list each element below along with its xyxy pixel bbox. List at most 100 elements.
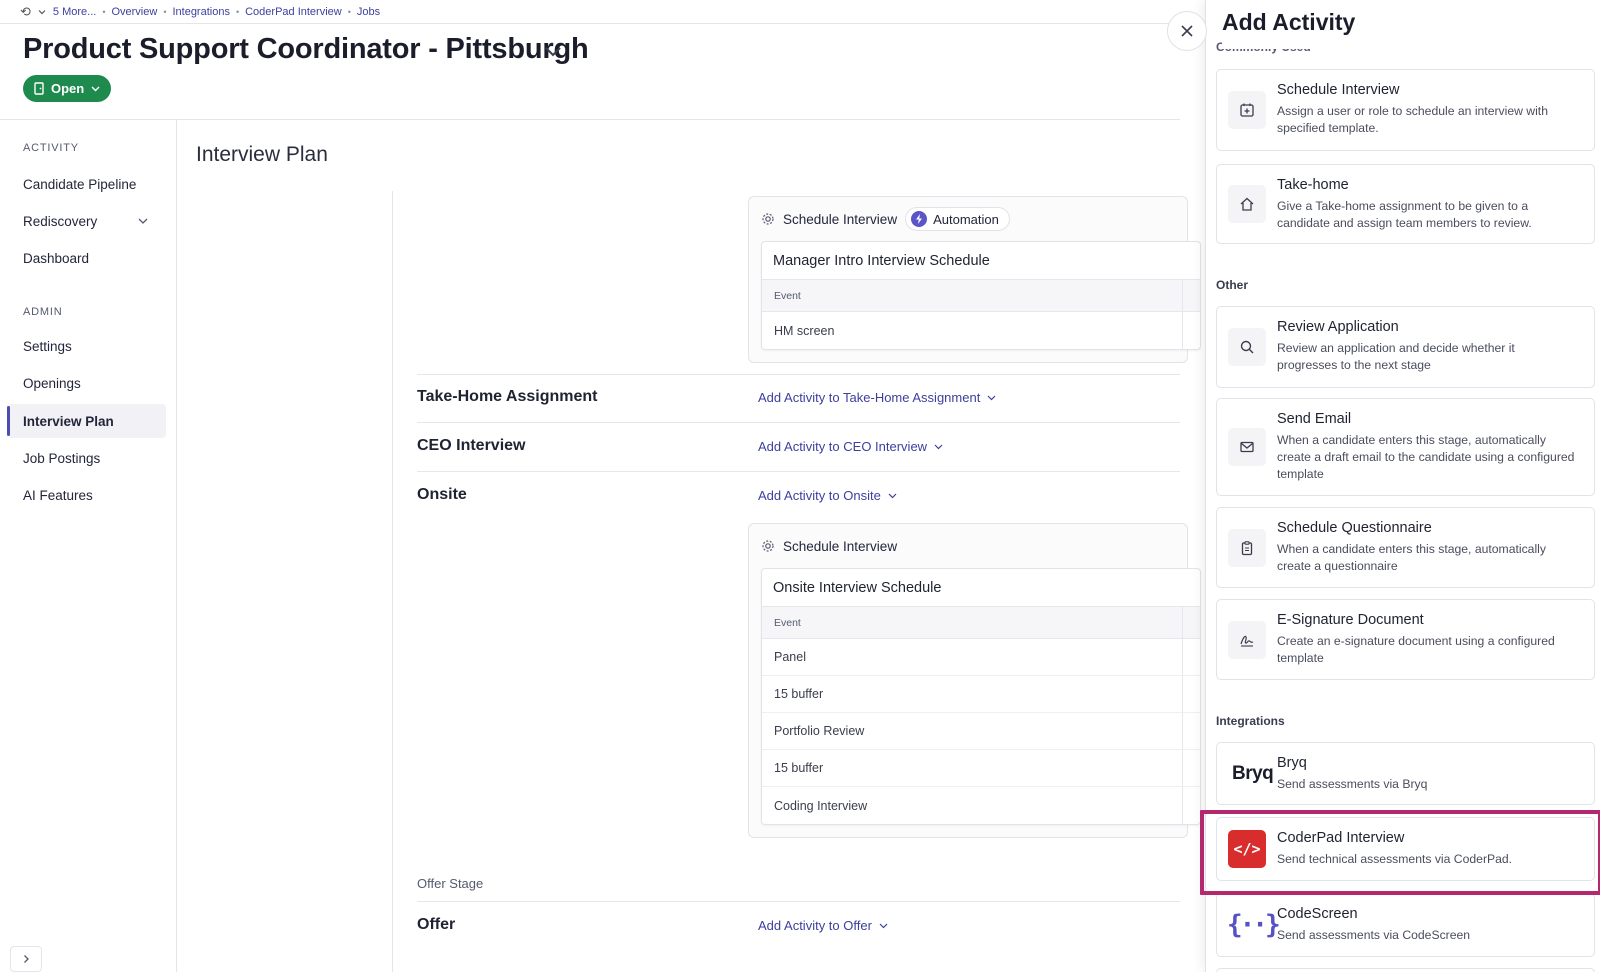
integration-option-partial[interactable] (1216, 968, 1595, 972)
activity-option-schedule-questionnaire[interactable]: Schedule Questionnaire When a candidate … (1216, 507, 1595, 588)
codescreen-logo: {··} (1227, 910, 1281, 940)
table-row[interactable]: Panel (762, 639, 1200, 676)
divider (392, 191, 393, 972)
activity-card-header: Schedule Interview (749, 524, 1187, 568)
stage-group-label: Offer Stage (417, 876, 484, 891)
add-activity-onsite-link[interactable]: Add Activity to Onsite (758, 488, 898, 503)
interview-schedule: Manager Intro Interview Schedule Event H… (761, 241, 1201, 350)
add-activity-offer-link[interactable]: Add Activity to Offer (758, 918, 889, 933)
table-row[interactable]: 15 buffer (762, 676, 1200, 713)
option-description: Review an application and decide whether… (1277, 341, 1515, 372)
integration-option-codescreen[interactable]: {··} CodeScreen Send assessments via Cod… (1216, 893, 1595, 957)
activity-option-send-email[interactable]: Send Email When a candidate enters this … (1216, 398, 1595, 496)
option-description: When a candidate enters this stage, auto… (1277, 433, 1575, 481)
house-icon (1228, 185, 1266, 223)
activity-option-take-home[interactable]: Take-home Give a Take-home assignment to… (1216, 164, 1595, 244)
event-name: 15 buffer (774, 687, 824, 701)
chevron-down-icon (934, 444, 943, 450)
column-header-event: Event (774, 289, 801, 302)
lightning-icon (911, 211, 928, 227)
option-description: Send technical assessments via CoderPad. (1277, 852, 1513, 866)
sidebar-item-openings[interactable]: Openings (8, 366, 166, 400)
schedule-title: Manager Intro Interview Schedule (762, 242, 1200, 280)
event-name: 15 buffer (774, 761, 824, 775)
divider (417, 422, 1180, 423)
add-activity-label: Add Activity to Offer (758, 918, 872, 933)
table-header: Event (762, 607, 1200, 639)
mail-icon (1228, 428, 1266, 466)
divider (0, 119, 1180, 120)
sidebar-item-label: Settings (23, 338, 72, 354)
stage-name: CEO Interview (417, 437, 526, 454)
option-description: Create an e-signature document using a c… (1277, 634, 1555, 665)
table-row[interactable]: 15 buffer (762, 750, 1200, 787)
sidebar-item-rediscovery[interactable]: Rediscovery (8, 204, 166, 238)
sidebar-item-label: Openings (23, 375, 81, 391)
option-description: Assign a user or role to schedule an int… (1277, 104, 1548, 135)
option-description: Send assessments via Bryq (1277, 777, 1428, 791)
job-status-dropdown[interactable]: Open (23, 75, 112, 102)
chevron-down-icon (879, 923, 888, 929)
sidebar-section-admin: ADMIN (23, 306, 63, 318)
activity-card-onsite[interactable]: Schedule Interview Onsite Interview Sche… (748, 523, 1201, 838)
automation-badge: Automation (905, 207, 1010, 231)
sidebar-item-label: AI Features (23, 487, 93, 503)
activity-type: Schedule Interview (783, 211, 898, 227)
gear-icon[interactable] (761, 539, 775, 553)
sidebar-item-ai-features[interactable]: AI Features (8, 478, 166, 512)
activity-option-schedule-interview[interactable]: Schedule Interview Assign a user or role… (1216, 69, 1595, 151)
add-activity-drawer: Add Activity Commonly Used Schedule Inte… (1205, 0, 1600, 972)
divider (0, 23, 1180, 24)
coderpad-logo: </> (1228, 830, 1266, 868)
activity-card-header: Schedule Interview Automation (749, 197, 1187, 241)
search-icon (1228, 328, 1266, 366)
integration-option-bryq[interactable]: Bryq Bryq Send assessments via Bryq (1216, 742, 1595, 805)
sidebar-item-label: Dashboard (23, 250, 90, 266)
chevron-down-icon[interactable] (542, 40, 564, 62)
stage-name: Take-Home Assignment (417, 388, 598, 405)
close-drawer-button[interactable] (1167, 11, 1207, 51)
breadcrumb-coderpad[interactable]: CoderPad Interview (245, 6, 342, 18)
option-title: CoderPad Interview (1277, 830, 1405, 846)
chevron-down-icon[interactable] (136, 214, 150, 228)
event-name: Coding Interview (774, 798, 868, 813)
sidebar-item-job-postings[interactable]: Job Postings (8, 441, 166, 475)
divider (417, 901, 1180, 902)
add-activity-ceo-link[interactable]: Add Activity to CEO Interview (758, 439, 944, 454)
table-row[interactable]: Portfolio Review (762, 713, 1200, 750)
activity-type: Schedule Interview (783, 538, 898, 554)
divider (417, 374, 1180, 375)
option-description: When a candidate enters this stage, auto… (1277, 542, 1546, 573)
gear-icon[interactable] (761, 212, 775, 226)
chevron-down-icon (91, 86, 100, 92)
column-header-event: Event (774, 616, 801, 629)
sidebar-item-settings[interactable]: Settings (8, 329, 166, 363)
activity-option-review-application[interactable]: Review Application Review an application… (1216, 306, 1595, 388)
interview-schedule: Onsite Interview Schedule Event Panel 15… (761, 568, 1201, 825)
breadcrumb-jobs[interactable]: Jobs (357, 6, 380, 18)
table-row[interactable]: Coding Interview (762, 787, 1200, 824)
event-name: Panel (774, 650, 806, 664)
expand-sidebar-button[interactable] (10, 946, 42, 972)
option-title: E-Signature Document (1277, 612, 1424, 628)
sidebar-item-label: Candidate Pipeline (23, 176, 137, 192)
stage-name: Offer (417, 916, 456, 933)
history-icon[interactable]: ⟲ (20, 4, 31, 20)
sidebar-item-candidate-pipeline[interactable]: Candidate Pipeline (8, 167, 166, 201)
breadcrumb-integrations[interactable]: Integrations (172, 6, 229, 18)
chevron-down-icon[interactable] (37, 7, 47, 17)
table-row[interactable]: HM screen (762, 312, 1200, 349)
integration-option-coderpad[interactable]: </> CoderPad Interview Send technical as… (1216, 817, 1595, 881)
activity-option-e-signature[interactable]: E-Signature Document Create an e-signatu… (1216, 599, 1595, 680)
sidebar-item-interview-plan[interactable]: Interview Plan (7, 404, 166, 438)
calendar-plus-icon (1228, 91, 1266, 129)
option-title: Bryq (1277, 755, 1307, 771)
breadcrumb-overview[interactable]: Overview (111, 6, 157, 18)
add-activity-take-home-link[interactable]: Add Activity to Take-Home Assignment (758, 390, 997, 405)
drawer-section-integrations: Integrations (1216, 714, 1285, 728)
breadcrumb-more[interactable]: 5 More... (53, 6, 96, 18)
option-title: Schedule Questionnaire (1277, 520, 1432, 536)
activity-card-manager-intro[interactable]: Schedule Interview Automation Manager In… (748, 196, 1201, 363)
sidebar-item-label: Job Postings (23, 450, 101, 466)
sidebar-item-dashboard[interactable]: Dashboard (8, 241, 166, 275)
